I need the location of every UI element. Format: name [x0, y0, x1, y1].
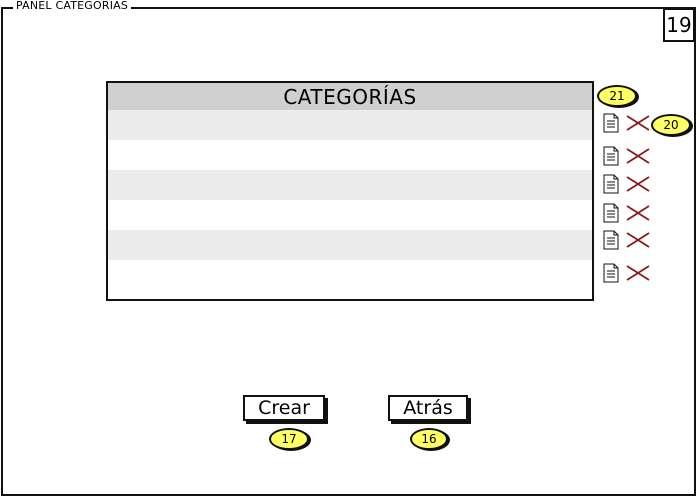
delete-icon[interactable]: [625, 147, 651, 165]
row-actions: [602, 263, 652, 285]
categories-table: CATEGORÍAS: [106, 81, 594, 301]
table-row[interactable]: [108, 170, 592, 200]
callout-row-delete: 20: [651, 114, 691, 136]
callout-table: 21: [597, 85, 637, 107]
row-actions: [602, 174, 652, 196]
edit-icon[interactable]: [602, 113, 620, 133]
edit-icon[interactable]: [602, 203, 620, 223]
table-header: CATEGORÍAS: [108, 83, 592, 110]
table-row[interactable]: [108, 140, 592, 170]
delete-icon[interactable]: [625, 231, 651, 249]
row-actions: [602, 203, 652, 225]
callout-back: 16: [410, 428, 448, 450]
table-row[interactable]: [108, 230, 592, 260]
page-number: 19: [663, 8, 695, 42]
table-row[interactable]: [108, 110, 592, 140]
edit-icon[interactable]: [602, 174, 620, 194]
edit-icon[interactable]: [602, 146, 620, 166]
delete-icon[interactable]: [625, 204, 651, 222]
row-actions: [602, 230, 652, 252]
delete-icon[interactable]: [625, 114, 651, 132]
row-actions: [602, 113, 652, 135]
back-button[interactable]: Atrás: [388, 395, 468, 421]
edit-icon[interactable]: [602, 230, 620, 250]
row-actions: [602, 146, 652, 168]
delete-icon[interactable]: [625, 175, 651, 193]
edit-icon[interactable]: [602, 263, 620, 283]
create-button[interactable]: Crear: [243, 395, 325, 421]
panel-title: PANEL CATEGORIAS: [13, 0, 132, 12]
callout-create: 17: [269, 428, 309, 450]
delete-icon[interactable]: [625, 264, 651, 282]
table-row[interactable]: [108, 200, 592, 230]
table-row[interactable]: [108, 260, 592, 290]
